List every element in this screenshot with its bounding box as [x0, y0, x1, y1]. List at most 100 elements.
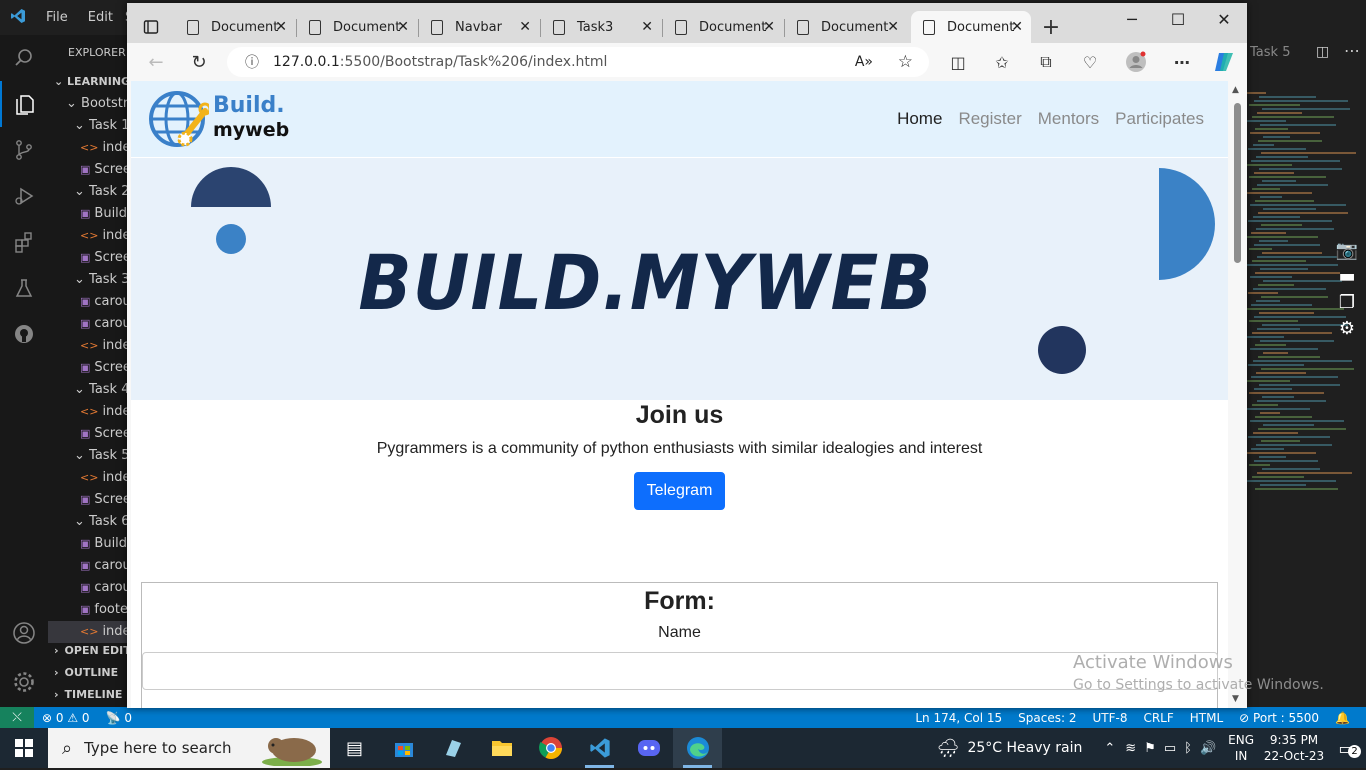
favorites-icon[interactable]: ✩ — [987, 47, 1017, 77]
tab-actions-icon[interactable] — [135, 11, 167, 43]
browser-tab[interactable]: Document ✕ — [911, 11, 1031, 43]
bluetooth-icon[interactable]: ᛒ — [1184, 741, 1192, 756]
scroll-up-icon[interactable]: ▲ — [1232, 85, 1239, 95]
weather-icon[interactable]: 🌧 — [937, 738, 960, 759]
tree-folder[interactable]: ⌄ Task 1 — [48, 115, 128, 137]
tree-file[interactable]: <>index — [48, 335, 128, 357]
wifi-icon[interactable]: ≋ — [1125, 741, 1136, 756]
encoding[interactable]: UTF-8 — [1084, 711, 1135, 725]
explorer-section-learning[interactable]: ⌄ LEARNING — [48, 71, 128, 93]
security-icon[interactable]: ⚑ — [1144, 741, 1156, 756]
tree-file[interactable]: ▣ Scree — [48, 159, 128, 181]
editor-tab[interactable]: Task 5 — [1246, 35, 1306, 70]
more-actions-icon[interactable]: ⋯ — [1344, 41, 1360, 60]
maximize-icon[interactable]: ☐ — [1155, 3, 1201, 35]
tree-folder[interactable]: ⌄ Task 6 — [48, 511, 128, 533]
camera-icon[interactable]: 📷 — [1334, 240, 1360, 266]
notes-app-icon[interactable] — [428, 728, 477, 768]
close-tab-icon[interactable]: ✕ — [275, 19, 287, 35]
browser-tab[interactable]: Document ✕ — [785, 11, 907, 43]
line-ending[interactable]: CRLF — [1135, 711, 1181, 725]
tree-file[interactable]: <>index — [48, 401, 128, 423]
explorer-icon[interactable] — [0, 81, 48, 127]
browser-tab[interactable]: Navbar ✕ — [419, 11, 539, 43]
read-aloud-icon[interactable]: A» — [855, 54, 873, 70]
close-tab-icon[interactable]: ✕ — [641, 19, 653, 35]
tree-file[interactable]: ▣ Scree — [48, 489, 128, 511]
tree-file[interactable]: ▣ Scree — [48, 357, 128, 379]
close-tab-icon[interactable]: ✕ — [1011, 19, 1023, 35]
telegram-button[interactable]: Telegram — [634, 472, 725, 510]
source-control-icon[interactable] — [0, 127, 48, 173]
settings-more-icon[interactable]: ⋯ — [1167, 47, 1197, 77]
outline-section[interactable]: › OUTLINE — [48, 662, 128, 684]
file-explorer-icon[interactable] — [477, 728, 526, 768]
close-tab-icon[interactable]: ✕ — [887, 19, 899, 35]
minimize-icon[interactable]: ─ — [1109, 3, 1155, 35]
edge-taskbar-icon[interactable] — [673, 728, 722, 768]
scroll-down-icon[interactable]: ▼ — [1232, 694, 1239, 704]
close-window-icon[interactable]: ✕ — [1201, 3, 1247, 35]
account-icon[interactable] — [0, 610, 48, 656]
browser-tab[interactable]: Document ✕ — [663, 11, 783, 43]
tree-file[interactable]: <>index — [48, 225, 128, 247]
tree-file[interactable]: ▣ Scree — [48, 247, 128, 269]
ports-indicator[interactable]: 📡 0 — [98, 711, 140, 725]
tree-file[interactable]: ▣ Build — [48, 203, 128, 225]
windows-start-icon[interactable] — [0, 728, 48, 768]
volume-icon[interactable]: 🔊 — [1200, 741, 1216, 756]
nav-mentors[interactable]: Mentors — [1038, 109, 1099, 129]
collections-icon[interactable]: ⧉ — [1031, 47, 1061, 77]
indentation[interactable]: Spaces: 2 — [1010, 711, 1084, 725]
favorite-star-icon[interactable]: ☆ — [898, 52, 913, 72]
tree-folder[interactable]: ⌄ Task 4 — [48, 379, 128, 401]
browser-tab[interactable]: Document ✕ — [175, 11, 295, 43]
search-icon[interactable] — [0, 35, 48, 81]
nav-home[interactable]: Home — [897, 109, 942, 129]
name-input[interactable] — [142, 652, 1218, 690]
browser-tab[interactable]: Document ✕ — [297, 11, 417, 43]
video-icon[interactable]: ▬ — [1334, 266, 1360, 292]
back-icon[interactable]: ← — [141, 47, 171, 77]
microsoft-store-icon[interactable] — [379, 728, 428, 768]
browser-tab[interactable]: Task3 ✕ — [541, 11, 661, 43]
tree-file[interactable]: ▣ Scree — [48, 423, 128, 445]
tree-folder[interactable]: ⌄ Task 3 — [48, 269, 128, 291]
tree-folder[interactable]: ⌄ Task 5 — [48, 445, 128, 467]
weather-text[interactable]: 25°C Heavy rain — [967, 740, 1082, 756]
battery-icon[interactable]: ▭ — [1164, 741, 1176, 756]
tree-file[interactable]: ▣ Build — [48, 533, 128, 555]
split-editor-icon[interactable]: ◫ — [1316, 44, 1329, 60]
notification-center-icon[interactable]: ▭ 2 — [1326, 739, 1366, 758]
language-indicator[interactable]: ENG IN — [1228, 732, 1254, 764]
taskbar-search[interactable]: ⌕ Type here to search — [48, 728, 330, 768]
browser-essentials-icon[interactable]: ♡ — [1075, 47, 1105, 77]
chrome-icon[interactable] — [526, 728, 575, 768]
close-tab-icon[interactable]: ✕ — [519, 19, 531, 35]
brand-logo[interactable]: Build. myweb — [147, 89, 289, 149]
copilot-icon[interactable] — [1209, 47, 1239, 77]
nav-participates[interactable]: Participates — [1115, 109, 1204, 129]
task-view-icon[interactable]: ▤ — [330, 728, 379, 768]
settings-gear-icon[interactable]: ⚙ — [1334, 318, 1360, 344]
page-scrollbar[interactable]: ▲ ▼ — [1228, 81, 1247, 708]
tree-file[interactable]: ▣ foote — [48, 599, 128, 621]
notifications-bell-icon[interactable]: 🔔 — [1327, 711, 1358, 725]
split-screen-icon[interactable]: ◫ — [943, 47, 973, 77]
close-tab-icon[interactable]: ✕ — [397, 19, 409, 35]
live-server-port[interactable]: ⊘ Port : 5500 — [1231, 711, 1327, 725]
run-debug-icon[interactable] — [0, 173, 48, 219]
vscode-taskbar-icon[interactable] — [575, 728, 624, 768]
open-editors-section[interactable]: ›OPEN EDITO — [48, 640, 128, 662]
site-info-icon[interactable]: ⓘ — [245, 52, 259, 72]
window-icon[interactable]: ❐ — [1334, 292, 1360, 318]
timeline-section[interactable]: › TIMELINE — [48, 684, 128, 706]
nav-register[interactable]: Register — [958, 109, 1021, 129]
new-tab-icon[interactable]: + — [1035, 11, 1067, 43]
menu-file[interactable]: File — [36, 10, 78, 25]
show-hidden-icons[interactable]: ⌃ — [1104, 741, 1115, 756]
tree-file[interactable]: ▣ carou — [48, 313, 128, 335]
tree-file[interactable]: <>index — [48, 467, 128, 489]
testing-icon[interactable] — [0, 265, 48, 311]
close-tab-icon[interactable]: ✕ — [763, 19, 775, 35]
